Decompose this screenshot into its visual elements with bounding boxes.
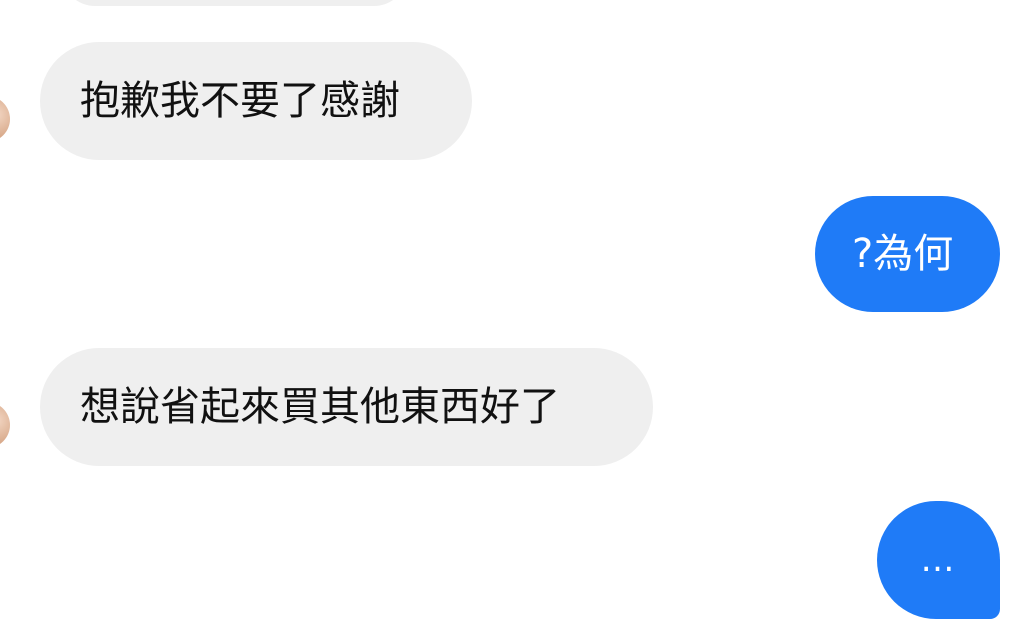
chat-thread: 抱歉我不要了感謝 ?為何 想說省起來買其他東西好了 … bbox=[0, 0, 1024, 622]
contact-avatar[interactable] bbox=[0, 402, 10, 448]
contact-avatar[interactable] bbox=[0, 96, 10, 142]
message-text: ?為何 bbox=[852, 231, 954, 277]
message-bubble-incoming[interactable]: 想說省起來買其他東西好了 bbox=[40, 348, 653, 466]
message-text: 想說省起來買其他東西好了 bbox=[80, 384, 560, 430]
ellipsis-text: … bbox=[920, 540, 957, 580]
message-bubble-outgoing[interactable]: ?為何 bbox=[815, 196, 1000, 312]
message-bubble-outgoing[interactable]: … bbox=[877, 501, 1000, 619]
message-text: 抱歉我不要了感謝 bbox=[80, 78, 400, 124]
partial-message-bubble[interactable] bbox=[62, 0, 407, 6]
message-bubble-incoming[interactable]: 抱歉我不要了感謝 bbox=[40, 42, 472, 160]
